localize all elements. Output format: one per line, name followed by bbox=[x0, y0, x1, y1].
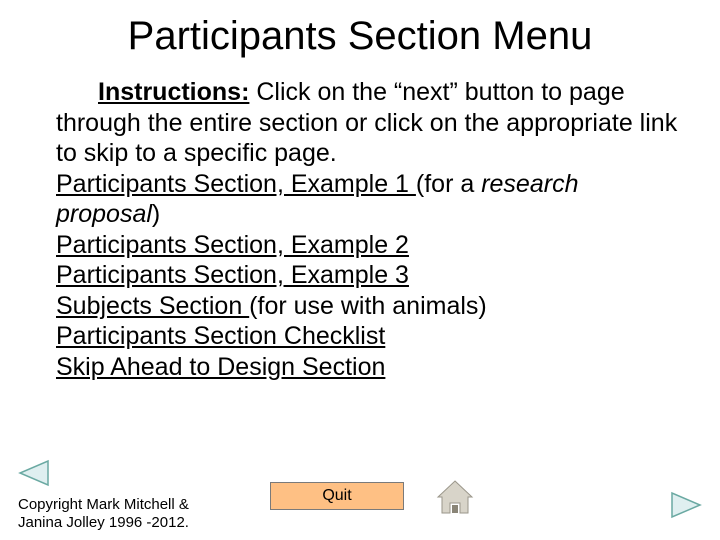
link-checklist[interactable]: Participants Section Checklist bbox=[56, 322, 385, 350]
link-example-1[interactable]: Participants Section, Example 1 bbox=[56, 170, 416, 198]
prev-button[interactable] bbox=[16, 459, 50, 492]
example1-note-suffix: ) bbox=[152, 200, 160, 228]
page-title: Participants Section Menu bbox=[0, 0, 720, 77]
link-skip-ahead[interactable]: Skip Ahead to Design Section bbox=[56, 353, 385, 381]
content-body: Instructions: Click on the “next” button… bbox=[0, 77, 720, 382]
footer: Copyright Mark Mitchell & Janina Jolley … bbox=[0, 466, 720, 540]
copyright-line-2: Janina Jolley 1996 -2012. bbox=[18, 514, 189, 532]
link-example-2[interactable]: Participants Section, Example 2 bbox=[56, 231, 409, 259]
subjects-note: (for use with animals) bbox=[249, 292, 487, 320]
copyright-text: Copyright Mark Mitchell & Janina Jolley … bbox=[18, 496, 189, 532]
link-subjects[interactable]: Subjects Section bbox=[56, 292, 249, 320]
quit-button[interactable]: Quit bbox=[270, 482, 404, 510]
link-row-example1: Participants Section, Example 1 (for a r… bbox=[56, 169, 680, 230]
home-icon bbox=[434, 475, 476, 517]
example1-note-prefix: (for a bbox=[416, 170, 481, 198]
copyright-line-1: Copyright Mark Mitchell & bbox=[18, 496, 189, 514]
link-example-3[interactable]: Participants Section, Example 3 bbox=[56, 261, 409, 289]
instructions-label: Instructions: bbox=[98, 78, 249, 106]
home-button[interactable] bbox=[434, 475, 476, 522]
instructions-line: Instructions: Click on the “next” button… bbox=[56, 77, 680, 169]
next-arrow-icon bbox=[670, 491, 704, 519]
next-button[interactable] bbox=[670, 491, 704, 524]
previous-arrow-icon bbox=[16, 459, 50, 487]
link-row-subjects: Subjects Section (for use with animals) bbox=[56, 291, 680, 322]
